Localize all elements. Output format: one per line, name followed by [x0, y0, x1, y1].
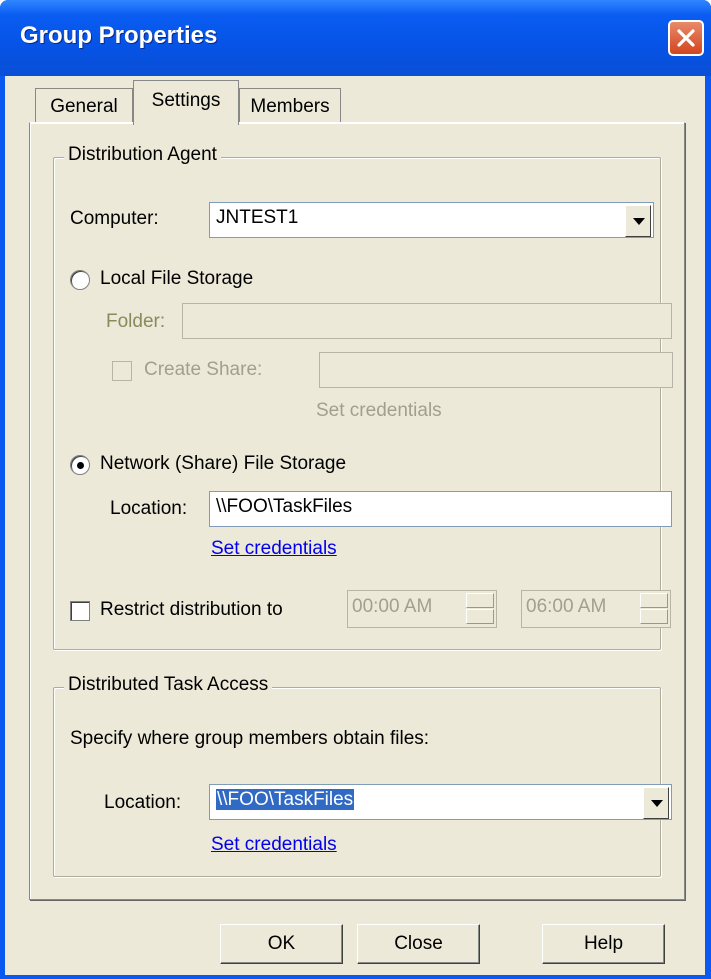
computer-value: JNTEST1 — [216, 207, 299, 228]
restrict-distribution-checkbox[interactable] — [70, 601, 90, 621]
restrict-distribution-label[interactable]: Restrict distribution to — [100, 599, 283, 621]
computer-label: Computer: — [70, 208, 159, 229]
task-location-dropdown-button[interactable] — [643, 787, 669, 819]
dialog-window: Group Properties General Settings Member… — [0, 0, 711, 979]
tab-settings-label: Settings — [151, 90, 221, 111]
end-time-spin-buttons[interactable] — [640, 593, 668, 625]
task-location-label: Location: — [104, 792, 182, 813]
tab-members-label: Members — [250, 96, 330, 117]
local-storage-radio[interactable] — [70, 270, 90, 290]
start-time-spinner[interactable]: 00:00 AM — [347, 590, 497, 628]
tab-general[interactable]: General — [35, 88, 133, 124]
spin-down-icon[interactable] — [466, 609, 494, 624]
local-storage-label[interactable]: Local File Storage — [100, 268, 253, 290]
spin-up-icon[interactable] — [466, 593, 494, 608]
folder-label: Folder: — [106, 311, 166, 332]
close-window-button[interactable] — [668, 20, 704, 56]
tab-members[interactable]: Members — [239, 88, 341, 124]
network-storage-radio[interactable] — [70, 455, 90, 475]
start-time-value: 00:00 AM — [352, 596, 433, 617]
create-share-checkbox[interactable] — [112, 361, 132, 381]
task-access-group: Distributed Task Access Specify where gr… — [53, 674, 672, 877]
network-set-credentials-link[interactable]: Set credentials — [211, 538, 337, 560]
task-location-dropdown[interactable]: \\FOO\TaskFiles — [209, 784, 672, 820]
create-share-label[interactable]: Create Share: — [144, 359, 262, 381]
network-location-input[interactable]: \\FOO\TaskFiles — [209, 491, 672, 527]
window-title: Group Properties — [20, 22, 218, 49]
local-set-credentials-link[interactable]: Set credentials — [316, 400, 442, 422]
spin-up-icon[interactable] — [640, 593, 668, 608]
chevron-down-icon — [633, 218, 645, 225]
task-access-description: Specify where group members obtain files… — [70, 728, 430, 749]
settings-panel: Distribution Agent Computer: JNTEST1 Loc… — [29, 122, 685, 900]
distribution-agent-legend: Distribution Agent — [64, 144, 221, 166]
computer-dropdown[interactable]: JNTEST1 — [209, 202, 654, 238]
task-access-legend: Distributed Task Access — [64, 674, 273, 696]
end-time-spinner[interactable]: 06:00 AM — [521, 590, 671, 628]
radio-selected-dot — [77, 462, 84, 469]
location-label: Location: — [110, 498, 188, 519]
dialog-client-area: General Settings Members Distribution Ag… — [5, 76, 705, 975]
folder-input[interactable] — [182, 303, 672, 339]
close-icon — [677, 29, 695, 47]
chevron-down-icon — [651, 800, 663, 807]
task-set-credentials-link[interactable]: Set credentials — [211, 834, 337, 856]
ok-button[interactable]: OK — [220, 924, 343, 964]
distribution-agent-group: Distribution Agent Computer: JNTEST1 Loc… — [53, 144, 673, 650]
help-button[interactable]: Help — [542, 924, 665, 964]
spin-down-icon[interactable] — [640, 609, 668, 624]
close-button[interactable]: Close — [357, 924, 480, 964]
title-bar[interactable]: Group Properties — [0, 0, 711, 76]
end-time-value: 06:00 AM — [526, 596, 607, 617]
create-share-input[interactable] — [319, 352, 673, 388]
network-storage-label[interactable]: Network (Share) File Storage — [100, 453, 346, 475]
tab-settings[interactable]: Settings — [133, 80, 239, 125]
computer-dropdown-button[interactable] — [625, 205, 651, 237]
start-time-spin-buttons[interactable] — [466, 593, 494, 625]
task-location-value: \\FOO\TaskFiles — [216, 789, 355, 810]
tab-general-label: General — [50, 96, 118, 117]
